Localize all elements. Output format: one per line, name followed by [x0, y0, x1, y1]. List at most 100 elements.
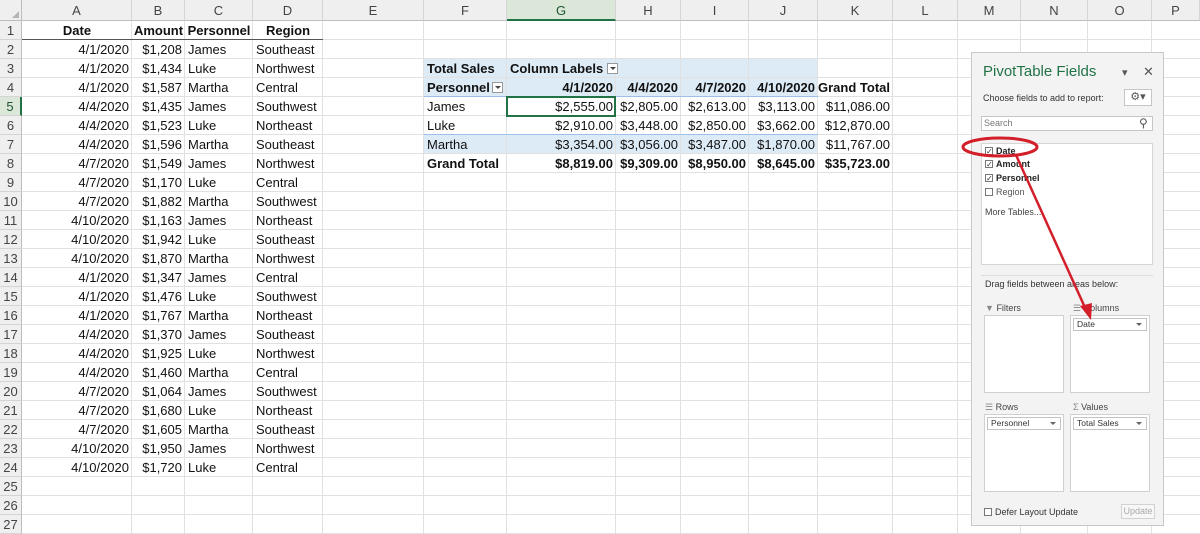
table-cell[interactable]: Northeast — [253, 401, 323, 420]
row-header-24[interactable]: 24 — [0, 458, 22, 477]
column-header-g[interactable]: G — [507, 0, 616, 21]
table-cell[interactable]: James — [185, 325, 253, 344]
table-cell[interactable]: 4/1/2020 — [22, 268, 132, 287]
table-cell[interactable]: Northeast — [253, 116, 323, 135]
table-cell[interactable]: 4/1/2020 — [22, 59, 132, 78]
row-header-27[interactable]: 27 — [0, 515, 22, 534]
table-cell[interactable]: $1,549 — [132, 154, 185, 173]
table-cell[interactable]: 4/4/2020 — [22, 135, 132, 154]
table-cell[interactable]: 4/10/2020 — [22, 211, 132, 230]
row-header-7[interactable]: 7 — [0, 135, 22, 154]
table-cell[interactable]: $1,435 — [132, 97, 185, 116]
table-cell[interactable]: 4/4/2020 — [22, 116, 132, 135]
table-cell[interactable]: $1,587 — [132, 78, 185, 97]
pivot-total-cell[interactable]: $8,645.00 — [749, 154, 818, 173]
pivot-col-header[interactable]: 4/1/2020 — [507, 78, 616, 97]
filters-area[interactable] — [984, 315, 1064, 393]
table-cell[interactable]: 4/10/2020 — [22, 439, 132, 458]
table-cell[interactable]: James — [185, 439, 253, 458]
pivot-row-label[interactable]: James — [424, 97, 465, 116]
row-header-16[interactable]: 16 — [0, 306, 22, 325]
table-cell[interactable]: $1,720 — [132, 458, 185, 477]
defer-checkbox[interactable] — [984, 507, 992, 516]
more-tables-link[interactable]: More Tables... — [985, 206, 1041, 218]
table-cell[interactable]: 4/4/2020 — [22, 97, 132, 116]
pivot-column-labels[interactable]: Column Labels — [507, 59, 619, 78]
column-header-b[interactable]: B — [132, 0, 185, 21]
table-cell[interactable]: 4/7/2020 — [22, 154, 132, 173]
row-header-19[interactable]: 19 — [0, 363, 22, 382]
table-cell[interactable]: 4/10/2020 — [22, 458, 132, 477]
column-header-k[interactable]: K — [818, 0, 893, 21]
column-header-a[interactable]: A — [22, 0, 132, 21]
table-cell[interactable]: Southeast — [253, 420, 323, 439]
table-cell[interactable]: Southeast — [253, 325, 323, 344]
checkbox-amount[interactable]: ✓ — [985, 159, 993, 168]
table-cell[interactable]: 4/1/2020 — [22, 78, 132, 97]
pivot-value-cell[interactable]: $3,662.00 — [749, 116, 818, 135]
pivot-row-header[interactable]: Personnel — [424, 78, 507, 97]
row-header-22[interactable]: 22 — [0, 420, 22, 439]
table-cell[interactable]: Luke — [185, 458, 253, 477]
table-cell[interactable]: $1,523 — [132, 116, 185, 135]
column-header-c[interactable]: C — [185, 0, 253, 21]
table-cell[interactable]: 4/4/2020 — [22, 325, 132, 344]
table-cell[interactable]: James — [185, 211, 253, 230]
row-header-13[interactable]: 13 — [0, 249, 22, 268]
row-header-2[interactable]: 2 — [0, 40, 22, 59]
pivot-value-cell[interactable]: $12,870.00 — [818, 116, 893, 135]
pivot-value-cell[interactable]: $3,113.00 — [749, 97, 818, 116]
table-cell[interactable]: $1,476 — [132, 287, 185, 306]
close-icon[interactable]: ✕ — [1143, 64, 1154, 80]
row-header-5[interactable]: 5 — [0, 97, 22, 116]
chevron-down-icon[interactable]: ▾ — [1122, 66, 1128, 79]
table-cell[interactable]: $1,370 — [132, 325, 185, 344]
table-header-cell[interactable]: Region — [253, 21, 323, 40]
table-cell[interactable]: Southwest — [253, 382, 323, 401]
table-cell[interactable]: Luke — [185, 116, 253, 135]
pivot-total-cell[interactable]: $9,309.00 — [616, 154, 681, 173]
pivot-value-cell[interactable]: $2,805.00 — [616, 97, 681, 116]
table-cell[interactable]: Martha — [185, 135, 253, 154]
pivot-row-label[interactable]: Martha — [424, 135, 467, 154]
column-header-n[interactable]: N — [1021, 0, 1088, 21]
row-header-8[interactable]: 8 — [0, 154, 22, 173]
column-header-j[interactable]: J — [749, 0, 818, 21]
table-cell[interactable]: Southeast — [253, 40, 323, 59]
field-region[interactable]: Region — [985, 186, 1025, 198]
table-cell[interactable]: Luke — [185, 173, 253, 192]
table-cell[interactable]: Martha — [185, 420, 253, 439]
column-header-i[interactable]: I — [681, 0, 749, 21]
pivot-grand-total-label[interactable]: Grand Total — [424, 154, 499, 173]
table-cell[interactable]: $1,596 — [132, 135, 185, 154]
table-cell[interactable]: 4/7/2020 — [22, 401, 132, 420]
table-cell[interactable]: $1,950 — [132, 439, 185, 458]
table-cell[interactable]: 4/7/2020 — [22, 173, 132, 192]
table-cell[interactable]: Northwest — [253, 59, 323, 78]
row-header-1[interactable]: 1 — [0, 21, 22, 40]
columns-area[interactable]: Date — [1070, 315, 1150, 393]
column-header-h[interactable]: H — [616, 0, 681, 21]
column-header-p[interactable]: P — [1152, 0, 1200, 21]
pivot-col-header[interactable]: 4/4/2020 — [616, 78, 681, 97]
table-header-cell[interactable]: Amount — [132, 21, 185, 40]
row-header-17[interactable]: 17 — [0, 325, 22, 344]
table-cell[interactable]: $1,434 — [132, 59, 185, 78]
table-cell[interactable]: 4/7/2020 — [22, 382, 132, 401]
table-cell[interactable]: $1,882 — [132, 192, 185, 211]
column-header-m[interactable]: M — [958, 0, 1021, 21]
row-header-23[interactable]: 23 — [0, 439, 22, 458]
table-cell[interactable]: $1,680 — [132, 401, 185, 420]
table-cell[interactable]: James — [185, 40, 253, 59]
table-cell[interactable]: Northwest — [253, 154, 323, 173]
pivot-value-cell[interactable]: $3,487.00 — [681, 135, 749, 154]
row-header-11[interactable]: 11 — [0, 211, 22, 230]
pivot-total-cell[interactable]: $35,723.00 — [818, 154, 893, 173]
table-cell[interactable]: $1,460 — [132, 363, 185, 382]
pivot-col-header[interactable]: 4/7/2020 — [681, 78, 749, 97]
table-cell[interactable]: Southwest — [253, 97, 323, 116]
table-cell[interactable]: 4/1/2020 — [22, 306, 132, 325]
table-cell[interactable]: $1,064 — [132, 382, 185, 401]
table-cell[interactable]: 4/7/2020 — [22, 192, 132, 211]
table-cell[interactable]: 4/10/2020 — [22, 249, 132, 268]
